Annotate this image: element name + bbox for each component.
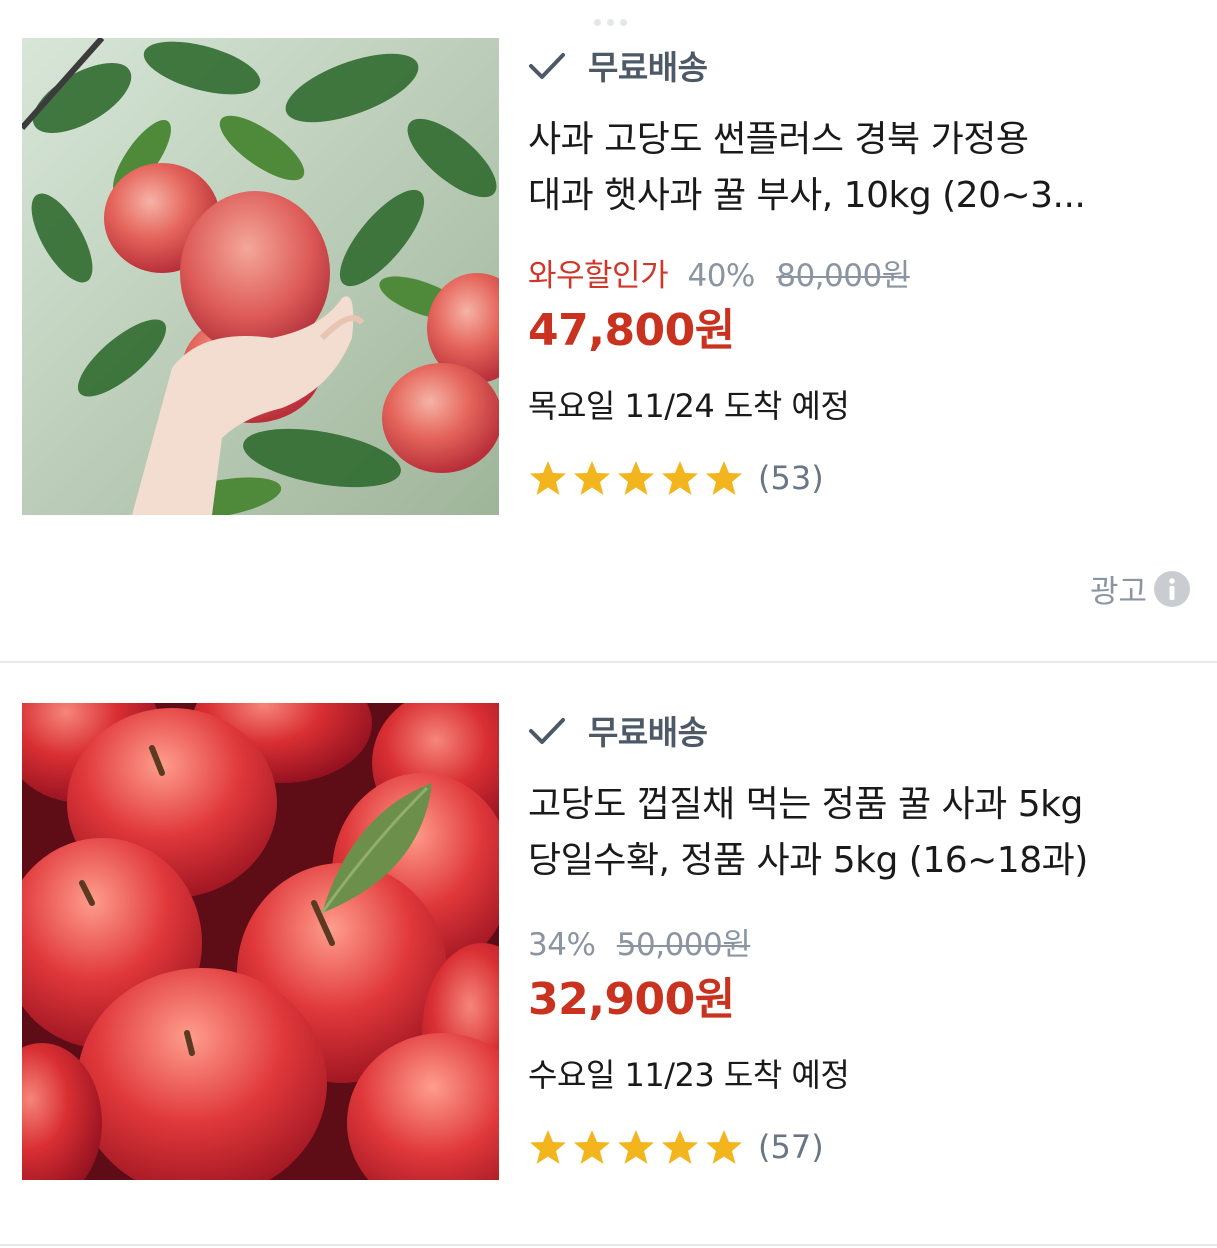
ad-label-text: 광고 bbox=[1089, 574, 1147, 610]
star-rating bbox=[528, 458, 744, 498]
free-shipping-badge: 무료배송 bbox=[528, 40, 1198, 90]
arrival-date: 수요일 11/23 도착 예정 bbox=[528, 1056, 850, 1094]
product-info: 무료배송 사과 고당도 썬플러스 경북 가정용 대과 햇사과 꿀 부사, 10k… bbox=[528, 40, 1198, 500]
star-icon bbox=[574, 461, 610, 495]
discount-row: 와우할인가 40% 80,000원 bbox=[528, 256, 1198, 296]
wow-discount-label: 와우할인가 bbox=[528, 258, 669, 294]
product-title-line1[interactable]: 사과 고당도 썬플러스 경북 가정용 bbox=[528, 112, 1198, 168]
product-card[interactable]: 무료배송 사과 고당도 썬플러스 경북 가정용 대과 햇사과 꿀 부사, 10k… bbox=[0, 0, 1217, 662]
product-thumbnail[interactable] bbox=[22, 38, 499, 515]
discount-percent: 34% bbox=[528, 927, 596, 963]
star-icon bbox=[574, 1130, 610, 1164]
free-shipping-badge: 무료배송 bbox=[528, 705, 1198, 755]
star-icon bbox=[662, 1130, 698, 1164]
info-icon[interactable] bbox=[1153, 570, 1191, 608]
sale-price: 32,900원 bbox=[528, 974, 735, 1025]
original-price: 50,000원 bbox=[616, 927, 751, 963]
product-info: 무료배송 고당도 껍질채 먹는 정품 꿀 사과 5kg 당일수확, 정품 사과 … bbox=[528, 705, 1198, 1169]
star-icon bbox=[618, 461, 654, 495]
rating: (53) bbox=[528, 456, 1198, 500]
product-title-line1[interactable]: 고당도 껍질채 먹는 정품 꿀 사과 5kg bbox=[528, 777, 1198, 833]
star-icon bbox=[706, 461, 742, 495]
free-shipping-label: 무료배송 bbox=[588, 713, 708, 752]
product-card[interactable]: 무료배송 고당도 껍질채 먹는 정품 꿀 사과 5kg 당일수확, 정품 사과 … bbox=[0, 663, 1217, 1248]
rating: (57) bbox=[528, 1125, 1198, 1169]
review-count: (53) bbox=[758, 459, 824, 497]
original-price: 80,000원 bbox=[776, 258, 910, 294]
check-icon bbox=[528, 715, 566, 745]
review-count: (57) bbox=[758, 1128, 824, 1166]
star-icon bbox=[530, 1130, 566, 1164]
product-title-line2[interactable]: 대과 햇사과 꿀 부사, 10kg (20~3... bbox=[528, 168, 1198, 224]
discount-percent: 40% bbox=[687, 258, 755, 294]
discount-row: 34% 50,000원 bbox=[528, 925, 1198, 965]
star-icon bbox=[618, 1130, 654, 1164]
product-thumbnail[interactable] bbox=[22, 703, 499, 1180]
star-icon bbox=[530, 461, 566, 495]
product-title-line2[interactable]: 당일수확, 정품 사과 5kg (16~18과) bbox=[528, 833, 1198, 889]
star-rating bbox=[528, 1127, 744, 1167]
ad-label[interactable]: 광고 bbox=[1090, 566, 1191, 611]
arrival-date: 목요일 11/24 도착 예정 bbox=[528, 387, 850, 425]
star-icon bbox=[706, 1130, 742, 1164]
star-icon bbox=[662, 461, 698, 495]
free-shipping-label: 무료배송 bbox=[588, 48, 708, 87]
sale-price: 47,800원 bbox=[528, 305, 735, 356]
divider bbox=[0, 1244, 1217, 1246]
check-icon bbox=[528, 50, 566, 80]
